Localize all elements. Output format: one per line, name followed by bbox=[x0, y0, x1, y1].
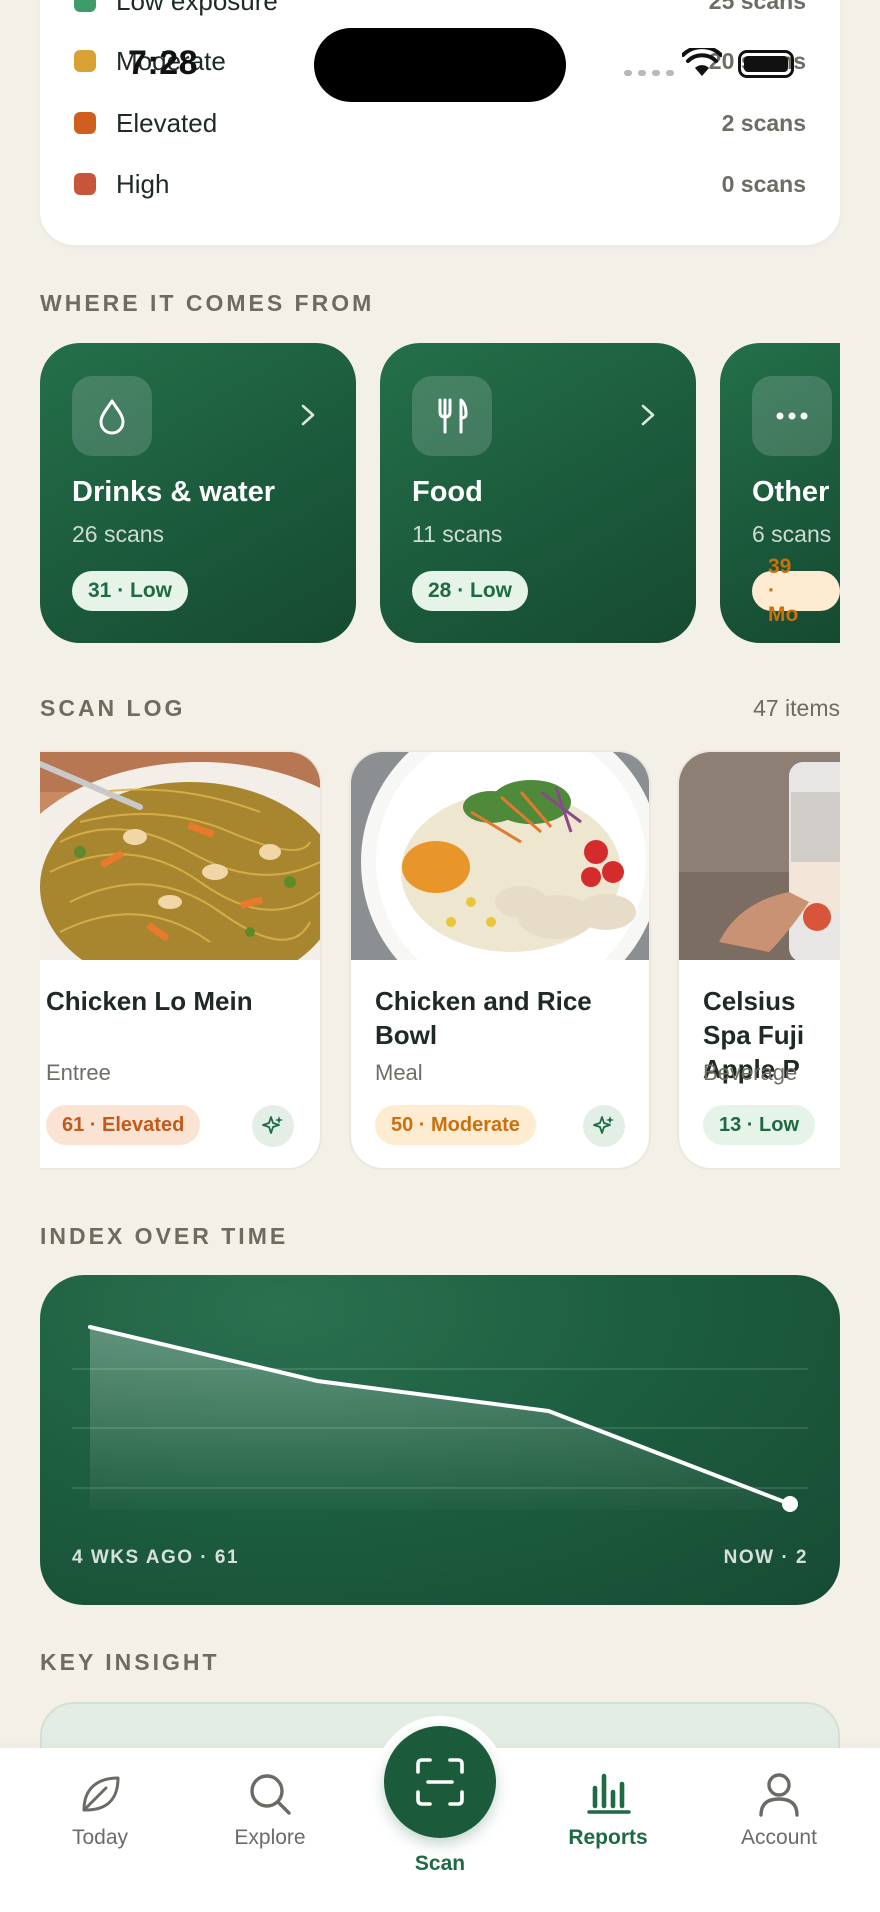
scan-score-badge: 61 · Elevated bbox=[46, 1105, 201, 1145]
legend-label: Low exposure bbox=[116, 0, 278, 16]
tab-label: Reports bbox=[568, 1826, 648, 1849]
scan-item-name: Chicken and Rice Bowl bbox=[375, 986, 592, 1050]
scan-tab-label: Scan bbox=[414, 1852, 466, 1875]
leaf-icon bbox=[82, 1776, 120, 1812]
legend-dot bbox=[74, 0, 96, 12]
food-photo bbox=[40, 752, 320, 960]
source-card-other[interactable]: Other 6 scans 39 · Mo bbox=[720, 343, 840, 643]
section-title-scan-log: SCAN LOG bbox=[40, 695, 186, 721]
scan-frame-icon bbox=[416, 1758, 464, 1806]
beverage-photo bbox=[679, 752, 840, 960]
scan-card-rice-bowl[interactable]: Chicken and Rice Bowl Meal 50 · Moderate bbox=[349, 750, 651, 1170]
tab-explore[interactable]: Explore bbox=[205, 1770, 335, 1850]
section-title-key-insight: KEY INSIGHT bbox=[40, 1649, 220, 1675]
scan-item-category: Entree bbox=[46, 1060, 111, 1085]
legend-dot bbox=[74, 173, 96, 195]
source-name: Food bbox=[412, 476, 483, 508]
legend-count: 25 scans bbox=[708, 0, 806, 14]
chart-area-fill bbox=[90, 1327, 790, 1510]
legend-count: 0 scans bbox=[721, 170, 806, 197]
wifi-icon bbox=[681, 45, 723, 83]
source-name: Drinks & water bbox=[72, 476, 276, 508]
bar-chart-icon bbox=[587, 1773, 631, 1814]
home-indicator bbox=[305, 1886, 575, 1894]
chart-end-label: NOW · 2 bbox=[723, 1547, 808, 1568]
legend-row-high: High 0 scans bbox=[74, 164, 806, 204]
scan-item-category: Beverage bbox=[703, 1060, 798, 1085]
scan-log-count: 47 items bbox=[753, 695, 840, 721]
source-count: 6 scans bbox=[752, 521, 832, 547]
chevron-right-icon bbox=[640, 403, 656, 432]
legend-label: High bbox=[116, 168, 170, 199]
sparkle-icon[interactable] bbox=[252, 1105, 294, 1147]
scan-button[interactable] bbox=[384, 1726, 496, 1838]
chart-current-point bbox=[782, 1496, 798, 1512]
sparkle-icon[interactable] bbox=[583, 1105, 625, 1147]
source-count: 11 scans bbox=[412, 521, 503, 547]
scan-card-lo-mein[interactable]: Chicken Lo Mein Entree 61 · Elevated bbox=[40, 750, 322, 1170]
person-icon bbox=[759, 1773, 799, 1817]
battery-icon bbox=[738, 50, 794, 78]
source-score-badge: 31 · Low bbox=[72, 571, 189, 611]
food-photo bbox=[351, 752, 649, 960]
source-count: 26 scans bbox=[72, 521, 165, 547]
scan-item-name: Chicken Lo Mein bbox=[46, 986, 253, 1016]
legend-row-low: Low exposure 25 scans bbox=[74, 0, 806, 21]
legend-dot bbox=[74, 50, 96, 72]
dynamic-island bbox=[314, 28, 566, 102]
tab-reports[interactable]: Reports bbox=[543, 1770, 673, 1850]
source-card-food[interactable]: Food 11 scans 28 · Low bbox=[380, 343, 696, 643]
fork-knife-icon bbox=[412, 376, 492, 456]
search-icon bbox=[250, 1774, 291, 1815]
legend-dot bbox=[74, 112, 96, 134]
scan-score-badge: 50 · Moderate bbox=[375, 1105, 536, 1145]
reports-scroll-view[interactable]: Low exposure 25 scans Moderate 20 scans … bbox=[0, 0, 880, 1912]
index-chart-card: 4 WKS AGO · 61 NOW · 2 bbox=[40, 1275, 840, 1605]
source-name: Other bbox=[752, 476, 830, 508]
legend-count: 2 scans bbox=[721, 109, 806, 136]
droplet-icon bbox=[72, 376, 152, 456]
tab-label: Explore bbox=[234, 1826, 306, 1849]
source-card-drinks[interactable]: Drinks & water 26 scans 31 · Low bbox=[40, 343, 356, 643]
chevron-right-icon bbox=[300, 403, 316, 432]
more-dots-icon bbox=[752, 376, 832, 456]
tab-account[interactable]: Account bbox=[714, 1770, 844, 1850]
source-score-badge: 39 · Mo bbox=[752, 555, 840, 626]
scan-item-category: Meal bbox=[375, 1060, 423, 1085]
section-title-index: INDEX OVER TIME bbox=[40, 1223, 289, 1249]
legend-label: Elevated bbox=[116, 107, 218, 138]
status-time: 7:28 bbox=[128, 44, 199, 82]
tab-label: Today bbox=[71, 1826, 129, 1849]
source-score-badge: 28 · Low bbox=[412, 571, 529, 611]
cellular-signal-icon bbox=[624, 70, 674, 76]
section-title-sources: WHERE IT COMES FROM bbox=[40, 290, 375, 316]
legend-row-elevated: Elevated 2 scans bbox=[74, 103, 806, 143]
scan-card-celsius[interactable]: Celsius Spa Fuji Apple P Beverage 13 · L… bbox=[677, 750, 840, 1170]
scan-button-ring bbox=[374, 1716, 506, 1848]
tab-label: Account bbox=[741, 1826, 817, 1849]
tab-today[interactable]: Today bbox=[35, 1770, 165, 1850]
chart-start-label: 4 WKS AGO · 61 bbox=[72, 1547, 240, 1568]
scan-score-badge: 13 · Low bbox=[703, 1105, 816, 1145]
